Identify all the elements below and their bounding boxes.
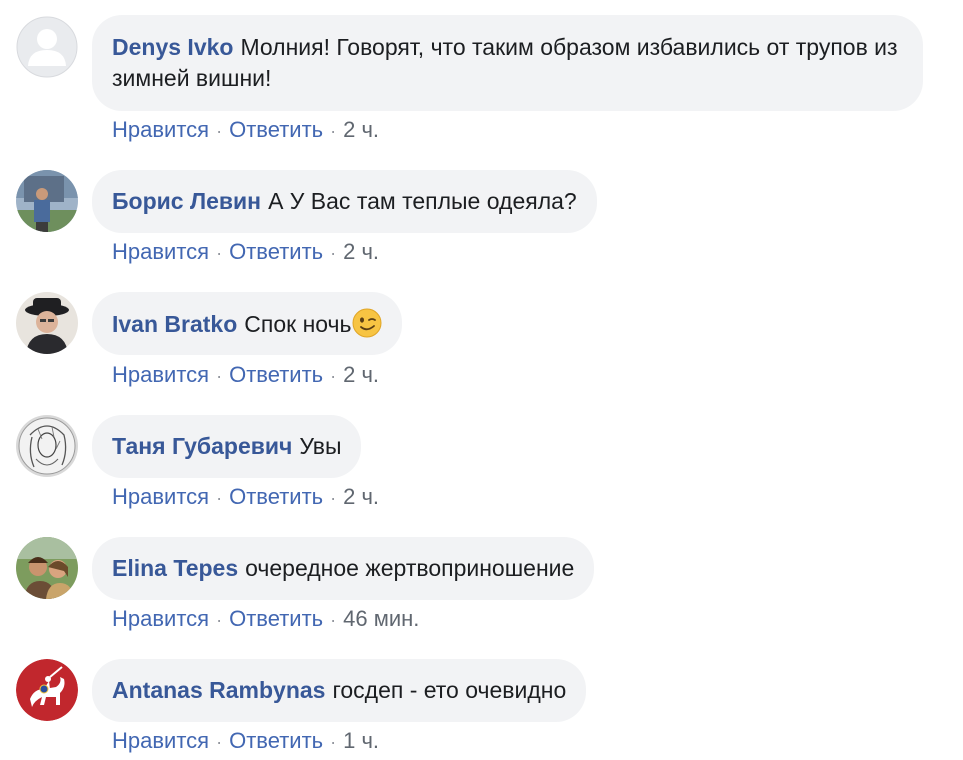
comment-actions: Нравится · Ответить · 2 ч.: [112, 362, 379, 388]
avatar[interactable]: [16, 537, 78, 599]
reply-button[interactable]: Ответить: [229, 728, 323, 753]
avatar[interactable]: [16, 170, 78, 232]
comment-bubble: Ivan Bratko Спок ночь: [92, 292, 402, 355]
separator: ·: [330, 243, 337, 263]
avatar[interactable]: [16, 16, 78, 78]
separator: ·: [216, 243, 223, 263]
comment-actions: Нравится · Ответить · 1 ч.: [112, 728, 379, 754]
comment-bubble: Борис Левин А У Вас там теплые одеяла?: [92, 170, 597, 233]
avatar[interactable]: [16, 659, 78, 721]
reply-button[interactable]: Ответить: [229, 362, 323, 387]
comment-text: очередное жертвоприношение: [245, 555, 575, 581]
reply-button[interactable]: Ответить: [229, 239, 323, 264]
comment-bubble: Таня Губаревич Увы: [92, 415, 362, 478]
comment-actions: Нравится · Ответить · 2 ч.: [112, 239, 379, 265]
comment-author-link[interactable]: Denys Ivko: [112, 34, 233, 60]
comment-author-link[interactable]: Ivan Bratko: [112, 311, 237, 337]
photo-man-in-front-of-building: [16, 170, 78, 232]
separator: ·: [330, 732, 337, 752]
reply-button[interactable]: Ответить: [229, 606, 323, 631]
winking-face-icon: [352, 308, 382, 338]
separator: ·: [330, 488, 337, 508]
photo-man-in-black-hat: [16, 292, 78, 354]
comment-actions: Нравится · Ответить · 2 ч.: [112, 484, 379, 510]
timestamp[interactable]: 46 мин.: [343, 606, 419, 631]
timestamp[interactable]: 2 ч.: [343, 484, 379, 509]
comment-author-link[interactable]: Elina Tepes: [112, 555, 238, 581]
comment-text: А У Вас там теплые одеяла?: [268, 188, 577, 214]
timestamp[interactable]: 2 ч.: [343, 117, 379, 142]
comment-text: Спок ночь: [244, 311, 352, 337]
like-button[interactable]: Нравится: [112, 728, 209, 753]
reply-button[interactable]: Ответить: [229, 117, 323, 142]
reply-button[interactable]: Ответить: [229, 484, 323, 509]
avatar[interactable]: [16, 415, 78, 477]
separator: ·: [330, 366, 337, 386]
timestamp[interactable]: 2 ч.: [343, 239, 379, 264]
like-button[interactable]: Нравится: [112, 239, 209, 264]
comment-actions: Нравится · Ответить · 2 ч.: [112, 117, 379, 143]
timestamp[interactable]: 2 ч.: [343, 362, 379, 387]
timestamp[interactable]: 1 ч.: [343, 728, 379, 753]
like-button[interactable]: Нравится: [112, 362, 209, 387]
comment-author-link[interactable]: Antanas Rambynas: [112, 677, 325, 703]
comment-bubble: Antanas Rambynas госдеп - ето очевидно: [92, 659, 587, 722]
like-button[interactable]: Нравится: [112, 117, 209, 142]
photo-couple-outdoors: [16, 537, 78, 599]
comment-author-link[interactable]: Борис Левин: [112, 188, 261, 214]
comment-actions: Нравится · Ответить · 46 мин.: [112, 606, 419, 632]
separator: ·: [216, 732, 223, 752]
comment-bubble: Elina Tepes очередное жертвоприношение: [92, 537, 595, 600]
comment-text: Увы: [299, 433, 342, 459]
default-avatar-icon: [16, 16, 78, 78]
like-button[interactable]: Нравится: [112, 484, 209, 509]
separator: ·: [216, 488, 223, 508]
like-button[interactable]: Нравится: [112, 606, 209, 631]
comment-author-link[interactable]: Таня Губаревич: [112, 433, 292, 459]
separator: ·: [330, 121, 337, 141]
lithuanian-vytis-coat-of-arms: [16, 659, 78, 721]
sketch-portrait: [16, 415, 78, 477]
separator: ·: [330, 610, 337, 630]
separator: ·: [216, 366, 223, 386]
avatar[interactable]: [16, 292, 78, 354]
separator: ·: [216, 610, 223, 630]
comment-text: госдеп - ето очевидно: [332, 677, 567, 703]
comment-bubble: Denys Ivko Молния! Говорят, что таким обр…: [92, 15, 923, 111]
separator: ·: [216, 121, 223, 141]
